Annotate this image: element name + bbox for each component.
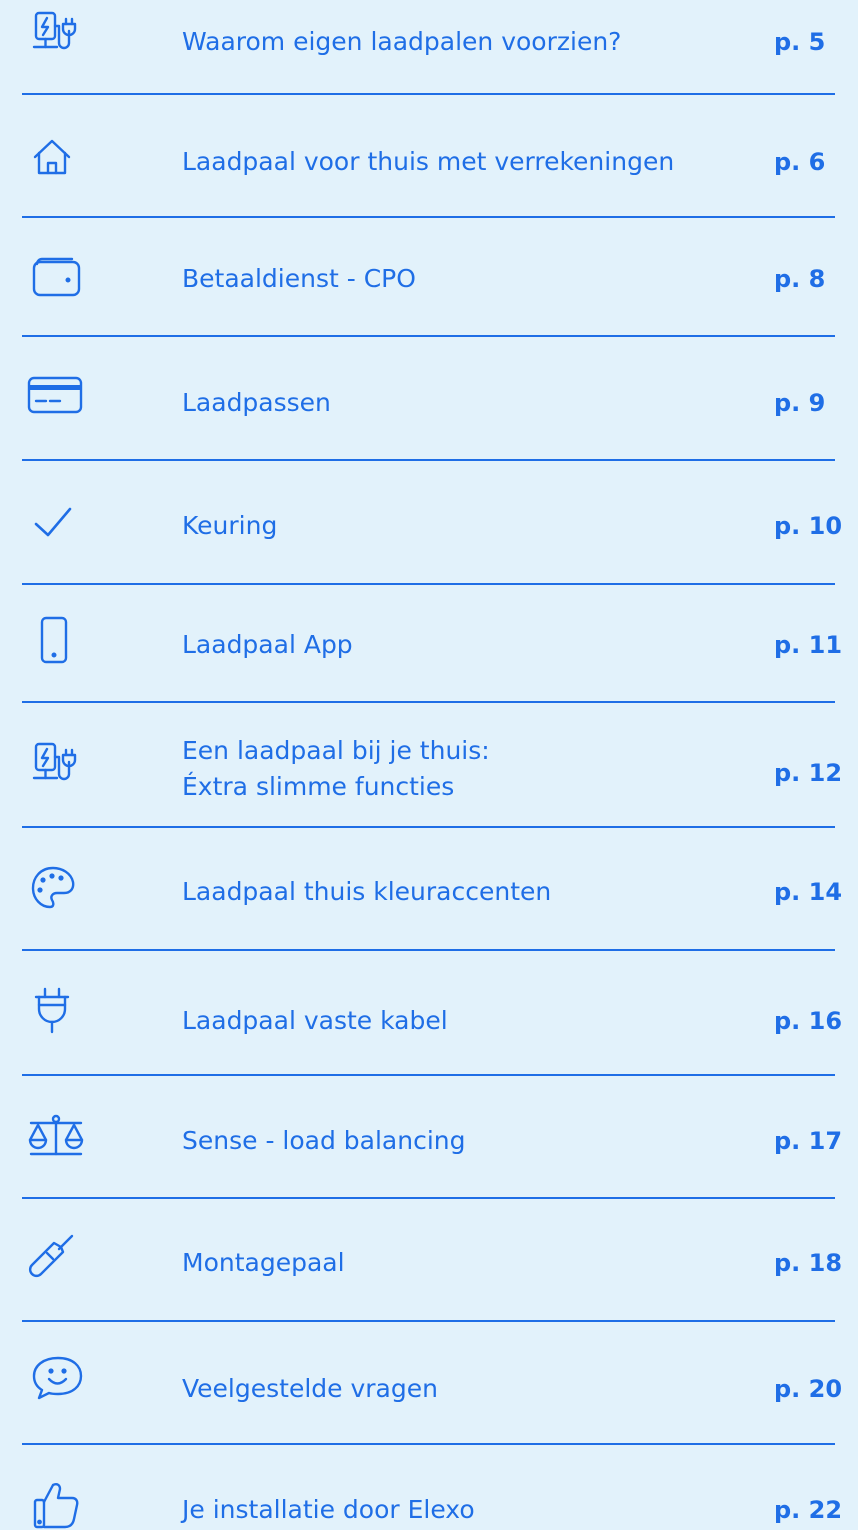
palette-icon bbox=[26, 864, 86, 912]
table-of-contents: Waarom eigen laadpalen voorzien? p. 5 La… bbox=[0, 0, 858, 1530]
toc-entry-title: Laadpassen bbox=[182, 388, 331, 417]
toc-entry-page: p. 8 bbox=[774, 265, 826, 293]
toc-entry-vaste-kabel[interactable]: Laadpaal vaste kabel p. 16 bbox=[0, 951, 858, 1075]
toc-entry-title: Veelgestelde vragen bbox=[182, 1374, 438, 1403]
ev-charger-icon bbox=[26, 10, 86, 58]
toc-entry-page: p. 22 bbox=[774, 1496, 843, 1524]
toc-entry-veelgestelde-vragen[interactable]: Veelgestelde vragen p. 20 bbox=[0, 1322, 858, 1446]
toc-entry-page: p. 5 bbox=[774, 28, 826, 56]
toc-entry-page: p. 18 bbox=[774, 1249, 843, 1277]
toc-entry-title: Je installatie door Elexo bbox=[182, 1495, 475, 1524]
toc-entry-page: p. 10 bbox=[774, 512, 843, 540]
home-icon bbox=[26, 135, 86, 183]
toc-entry-page: p. 11 bbox=[774, 631, 843, 659]
toc-entry-page: p. 6 bbox=[774, 148, 826, 176]
chat-smiley-icon bbox=[26, 1355, 86, 1403]
toc-entry-title-line-1: Een laadpaal bij je thuis: bbox=[182, 736, 490, 765]
toc-entry-title-line-2: Éxtra slimme functies bbox=[182, 772, 455, 801]
toc-entry-title: Montagepaal bbox=[182, 1248, 345, 1277]
toc-entry-laadpassen[interactable]: Laadpassen p. 9 bbox=[0, 337, 858, 461]
toc-entry-montagepaal[interactable]: Montagepaal p. 18 bbox=[0, 1199, 858, 1323]
toc-entry-title: Laadpaal thuis kleuraccenten bbox=[182, 877, 552, 906]
ev-charger-icon bbox=[26, 741, 86, 789]
smartphone-icon bbox=[26, 616, 86, 665]
toc-entry-page: p. 9 bbox=[774, 389, 826, 417]
thumbs-up-icon bbox=[26, 1481, 86, 1529]
toc-entry-installatie-elexo[interactable]: Je installatie door Elexo p. 22 bbox=[0, 1445, 858, 1530]
toc-entry-title: Laadpaal App bbox=[182, 630, 353, 659]
wallet-icon bbox=[26, 254, 86, 302]
toc-entry-title: Betaaldienst - CPO bbox=[182, 264, 416, 293]
scales-icon bbox=[26, 1114, 86, 1162]
toc-entry-page: p. 17 bbox=[774, 1127, 843, 1155]
toc-entry-page: p. 14 bbox=[774, 878, 843, 906]
toc-entry-page: p. 20 bbox=[774, 1375, 843, 1403]
toc-entry-sense-load-balancing[interactable]: Sense - load balancing p. 17 bbox=[0, 1076, 858, 1200]
checkmark-icon bbox=[26, 501, 86, 549]
toc-entry-title: Waarom eigen laadpalen voorzien? bbox=[182, 27, 622, 56]
plug-icon bbox=[26, 987, 86, 1035]
toc-entry-laadpaal-bij-je-thuis[interactable]: Een laadpaal bij je thuis: Éxtra slimme … bbox=[0, 703, 858, 827]
toc-entry-kleuraccenten[interactable]: Laadpaal thuis kleuraccenten p. 14 bbox=[0, 828, 858, 952]
toc-entry-page: p. 16 bbox=[774, 1007, 843, 1035]
screwdriver-icon bbox=[26, 1234, 86, 1282]
toc-entry-title: Keuring bbox=[182, 511, 278, 540]
toc-entry-laadpaal-thuis-verrekeningen[interactable]: Laadpaal voor thuis met verrekeningen p.… bbox=[0, 95, 858, 219]
toc-entry-title: Laadpaal voor thuis met verrekeningen bbox=[182, 147, 675, 176]
toc-entry-title: Sense - load balancing bbox=[182, 1126, 466, 1155]
credit-card-icon bbox=[26, 373, 86, 421]
toc-entry-title: Een laadpaal bij je thuis: Éxtra slimme … bbox=[182, 733, 490, 805]
toc-entry-title: Laadpaal vaste kabel bbox=[182, 1006, 448, 1035]
toc-entry-page: p. 12 bbox=[774, 759, 843, 787]
toc-entry-laadpaal-app[interactable]: Laadpaal App p. 11 bbox=[0, 585, 858, 709]
toc-entry-betaaldienst-cpo[interactable]: Betaaldienst - CPO p. 8 bbox=[0, 218, 858, 342]
toc-entry-keuring[interactable]: Keuring p. 10 bbox=[0, 461, 858, 585]
